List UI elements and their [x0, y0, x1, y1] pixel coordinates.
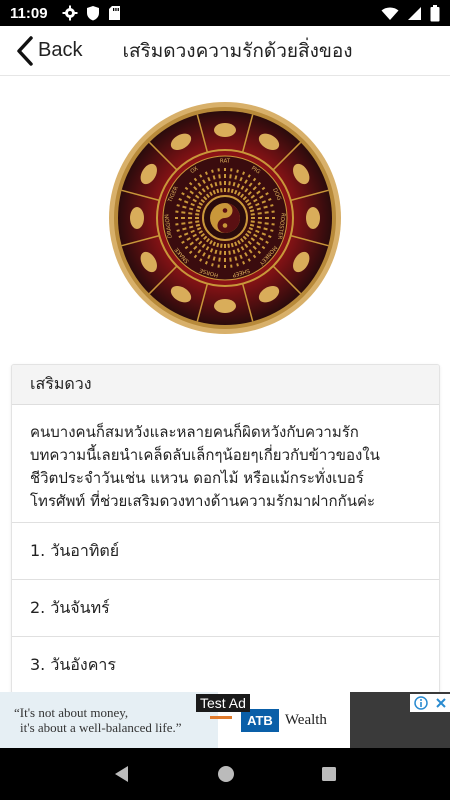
back-label: Back	[38, 39, 83, 61]
zodiac-animal-figure	[130, 207, 144, 229]
gear-icon	[62, 5, 78, 21]
system-nav-bar	[0, 748, 450, 800]
app-bar: Back เสริมดวงความรักด้วยสิ่งของ	[0, 26, 450, 76]
content-card: เสริมดวง คนบางคนก็สมหวังและหลายคนก็ผิดหว…	[11, 364, 440, 694]
recents-nav-icon[interactable]	[321, 766, 337, 782]
sd-card-icon	[108, 6, 120, 20]
list-item-tuesday[interactable]: 3. วันอังคาร	[12, 637, 439, 693]
wifi-icon	[381, 7, 399, 20]
info-icon[interactable]	[413, 696, 428, 710]
battery-icon	[430, 4, 440, 21]
zodiac-animal-figure	[214, 299, 236, 313]
ad-quote-line1: “It's not about money,	[14, 705, 129, 720]
close-icon[interactable]	[435, 697, 447, 709]
back-nav-icon[interactable]	[113, 765, 131, 783]
zodiac-animal-figure	[306, 207, 320, 229]
body-line: ชีวิตประจำวันเช่น แหวน ดอกไม้ หรือแม้กระ…	[30, 469, 364, 487]
status-bar: 11:09	[0, 0, 450, 26]
card-body-text: คนบางคนก็สมหวังและหลายคนก็ผิดหวังกับความ…	[12, 405, 439, 523]
body-line: บทความนี้เลยนำเคล็ดลับเล็กๆน้อยๆเกี่ยวกั…	[30, 446, 380, 464]
cellular-icon	[408, 6, 421, 20]
zodiac-wheel-image: RAT PIG DOG ROOSTER MONKEY SHEEP HORSE SNAKE DRA…	[108, 101, 342, 335]
ad-brand-suffix: Wealth	[284, 711, 327, 728]
ad-accent-line	[210, 716, 232, 719]
ad-quote-line2: it's about a well-balanced life.”	[20, 720, 182, 735]
list-item-sunday[interactable]: 1. วันอาทิตย์	[12, 523, 439, 580]
ad-quote: “It's not about money, it's about a well…	[0, 692, 218, 748]
page-title: เสริมดวงความรักด้วยสิ่งของ	[122, 39, 353, 62]
zodiac-segment-label: RAT	[220, 159, 231, 165]
back-button[interactable]: Back	[0, 26, 82, 76]
list-item-monday[interactable]: 2. วันจันทร์	[12, 580, 439, 637]
status-time: 11:09	[10, 4, 48, 22]
ad-choices[interactable]	[410, 694, 450, 712]
test-ad-badge: Test Ad	[196, 694, 250, 712]
body-line: คนบางคนก็สมหวังและหลายคนก็ผิดหวังกับความ…	[30, 423, 359, 441]
home-nav-icon[interactable]	[217, 765, 235, 783]
card-header: เสริมดวง	[12, 365, 439, 405]
shield-icon	[86, 6, 99, 21]
body-line: โทรศัพท์ ที่ช่วยเสริมดวงทางด้านความรักมา…	[30, 492, 376, 510]
zodiac-animal-figure	[214, 123, 236, 137]
chevron-left-icon	[17, 35, 33, 66]
